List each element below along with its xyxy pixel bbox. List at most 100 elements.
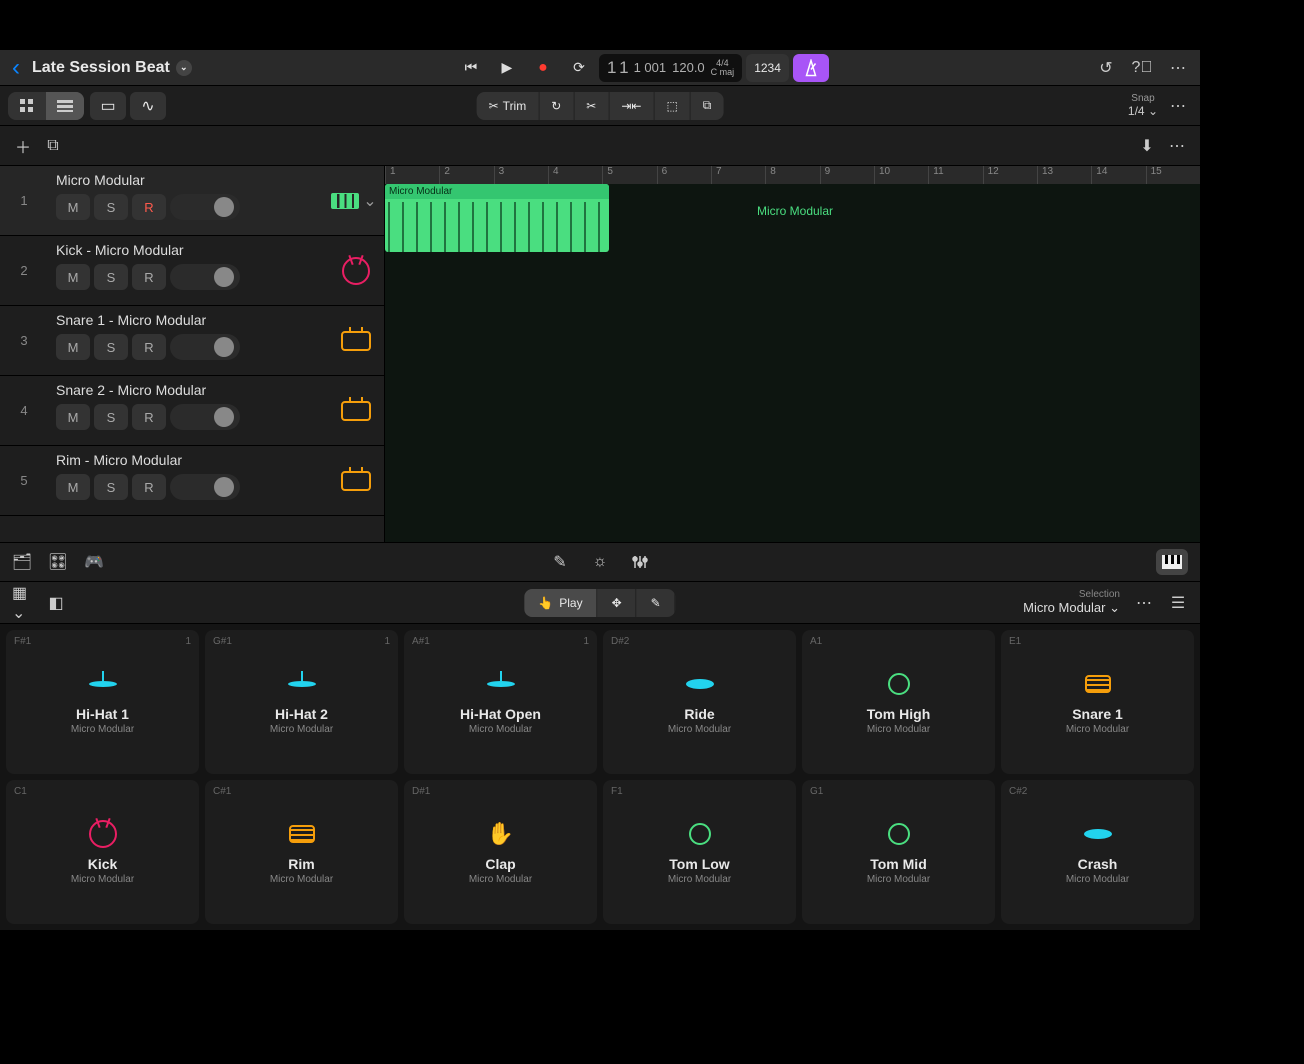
record-enable-button[interactable]: R <box>132 474 166 500</box>
volume-slider[interactable] <box>170 334 240 360</box>
pad-list-button[interactable]: ☰ <box>1168 593 1188 613</box>
track-header[interactable]: 4Snare 2 - Micro ModularMSR <box>0 376 384 446</box>
track-more-button[interactable]: ⋯ <box>1164 92 1192 120</box>
duplicate-track-button[interactable]: ⧉ <box>38 132 68 160</box>
ruler-mark[interactable]: 11 <box>928 166 982 184</box>
pad-edit-mode[interactable]: ✎ <box>637 589 676 617</box>
solo-button[interactable]: S <box>94 334 128 360</box>
volume-slider[interactable] <box>170 264 240 290</box>
ruler-mark[interactable]: 6 <box>657 166 711 184</box>
mute-button[interactable]: M <box>56 264 90 290</box>
drum-pad[interactable]: A#11Hi-Hat OpenMicro Modular <box>404 630 597 774</box>
mixer-button[interactable]: 🎛 <box>48 552 68 572</box>
copy-button[interactable]: ⧉ <box>691 92 724 120</box>
split-button[interactable]: ⇥⇤ <box>609 92 654 120</box>
ruler-mark[interactable]: 8 <box>765 166 819 184</box>
marquee-button[interactable]: ⬚ <box>654 92 690 120</box>
drum-pad[interactable]: F1Tom LowMicro Modular <box>603 780 796 924</box>
drum-pad[interactable]: C#1RimMicro Modular <box>205 780 398 924</box>
drum-pad[interactable]: E1Snare 1Micro Modular <box>1001 630 1194 774</box>
midi-region[interactable]: Micro Modular <box>385 184 609 252</box>
view-grid-button[interactable] <box>8 92 46 120</box>
ruler-mark[interactable]: 2 <box>439 166 493 184</box>
mute-button[interactable]: M <box>56 194 90 220</box>
solo-button[interactable]: S <box>94 404 128 430</box>
pad-play-mode[interactable]: 👆 Play <box>524 589 597 617</box>
undo-button[interactable]: ↺ <box>1092 54 1120 82</box>
ruler-mark[interactable]: 7 <box>711 166 765 184</box>
automation-button[interactable]: ∿ <box>130 92 166 120</box>
timeline-ruler[interactable]: 123456789101112131415 <box>385 166 1200 184</box>
track-import-button[interactable]: ⬇ <box>1132 132 1162 160</box>
ruler-mark[interactable]: 1 <box>385 166 439 184</box>
side-panel-button[interactable]: ◧ <box>46 593 66 613</box>
count-in-button[interactable]: 1234 <box>746 54 789 82</box>
track-header[interactable]: 5Rim - Micro ModularMSR <box>0 446 384 516</box>
record-enable-button[interactable]: R <box>132 264 166 290</box>
drum-pad[interactable]: D#1✋ClapMicro Modular <box>404 780 597 924</box>
ruler-mark[interactable]: 10 <box>874 166 928 184</box>
mute-button[interactable]: M <box>56 474 90 500</box>
ruler-mark[interactable]: 4 <box>548 166 602 184</box>
ruler-mark[interactable]: 13 <box>1037 166 1091 184</box>
volume-slider[interactable] <box>170 194 240 220</box>
grid-layout-button[interactable]: ▦ ⌄ <box>12 593 32 613</box>
controller-button[interactable]: 🎮 <box>84 552 104 572</box>
ruler-mark[interactable]: 5 <box>602 166 656 184</box>
drum-pad[interactable]: C#2CrashMicro Modular <box>1001 780 1194 924</box>
arrange-area[interactable]: 123456789101112131415 Micro Modular Micr… <box>385 166 1200 542</box>
lcd-display[interactable]: 1 1 1 001 120.0 4/4 C maj <box>599 54 742 82</box>
ruler-mark[interactable]: 3 <box>494 166 548 184</box>
record-enable-button[interactable]: R <box>132 334 166 360</box>
drum-pad[interactable]: G#11Hi-Hat 2Micro Modular <box>205 630 398 774</box>
ruler-mark[interactable]: 15 <box>1146 166 1200 184</box>
selection-box[interactable]: Selection Micro Modular ⌄ <box>1023 589 1120 616</box>
pad-move-mode[interactable]: ✥ <box>598 589 637 617</box>
view-tracks-button[interactable] <box>46 92 84 120</box>
region-button[interactable]: ▭ <box>90 92 126 120</box>
trim-button[interactable]: ✂ Trim <box>477 92 540 120</box>
mute-button[interactable]: M <box>56 404 90 430</box>
ruler-mark[interactable]: 12 <box>983 166 1037 184</box>
pad-note: C#1 <box>213 786 231 797</box>
record-button[interactable]: ● <box>527 54 559 82</box>
drum-pad[interactable]: G1Tom MidMicro Modular <box>802 780 995 924</box>
help-button[interactable]: ?⃝ <box>1128 54 1156 82</box>
record-enable-button[interactable]: R <box>132 404 166 430</box>
cycle-button[interactable]: ⟳ <box>563 54 595 82</box>
drum-pad[interactable]: F#11Hi-Hat 1Micro Modular <box>6 630 199 774</box>
ruler-mark[interactable]: 9 <box>820 166 874 184</box>
drum-pad[interactable]: D#2RideMicro Modular <box>603 630 796 774</box>
solo-button[interactable]: S <box>94 264 128 290</box>
track-header[interactable]: 2Kick - Micro ModularMSR <box>0 236 384 306</box>
track-options-button[interactable]: ⋯ <box>1162 132 1192 160</box>
volume-slider[interactable] <box>170 404 240 430</box>
metronome-button[interactable] <box>793 54 829 82</box>
track-header[interactable]: 3Snare 1 - Micro ModularMSR <box>0 306 384 376</box>
mute-button[interactable]: M <box>56 334 90 360</box>
solo-button[interactable]: S <box>94 474 128 500</box>
piano-roll-button[interactable] <box>1156 549 1188 575</box>
more-button[interactable]: ⋯ <box>1164 54 1192 82</box>
controls-button[interactable] <box>630 552 650 572</box>
library-button[interactable]: 🗂 <box>12 552 32 572</box>
solo-button[interactable]: S <box>94 194 128 220</box>
cut-button[interactable]: ✂ <box>574 92 609 120</box>
pencil-tool-button[interactable]: ✎ <box>550 552 570 572</box>
drum-pad[interactable]: A1Tom HighMicro Modular <box>802 630 995 774</box>
snap-selector[interactable]: Snap 1/4 ⌄ <box>1128 93 1158 118</box>
ruler-mark[interactable]: 14 <box>1091 166 1145 184</box>
project-dropdown-icon[interactable]: ⌄ <box>176 60 192 76</box>
record-enable-button[interactable]: R <box>132 194 166 220</box>
go-to-start-button[interactable]: ⏮ <box>455 54 487 82</box>
add-track-button[interactable]: ＋ <box>8 132 38 160</box>
play-button[interactable]: ▶ <box>491 54 523 82</box>
project-title[interactable]: Late Session Beat ⌄ <box>32 59 192 77</box>
brightness-button[interactable]: ☼ <box>590 552 610 572</box>
volume-slider[interactable] <box>170 474 240 500</box>
track-header[interactable]: 1Micro ModularMSR⌄ <box>0 166 384 236</box>
drum-pad[interactable]: C1KickMicro Modular <box>6 780 199 924</box>
loop-button[interactable]: ↻ <box>539 92 574 120</box>
back-button[interactable]: ‹ <box>8 54 24 82</box>
pad-more-button[interactable]: ⋯ <box>1134 593 1154 613</box>
